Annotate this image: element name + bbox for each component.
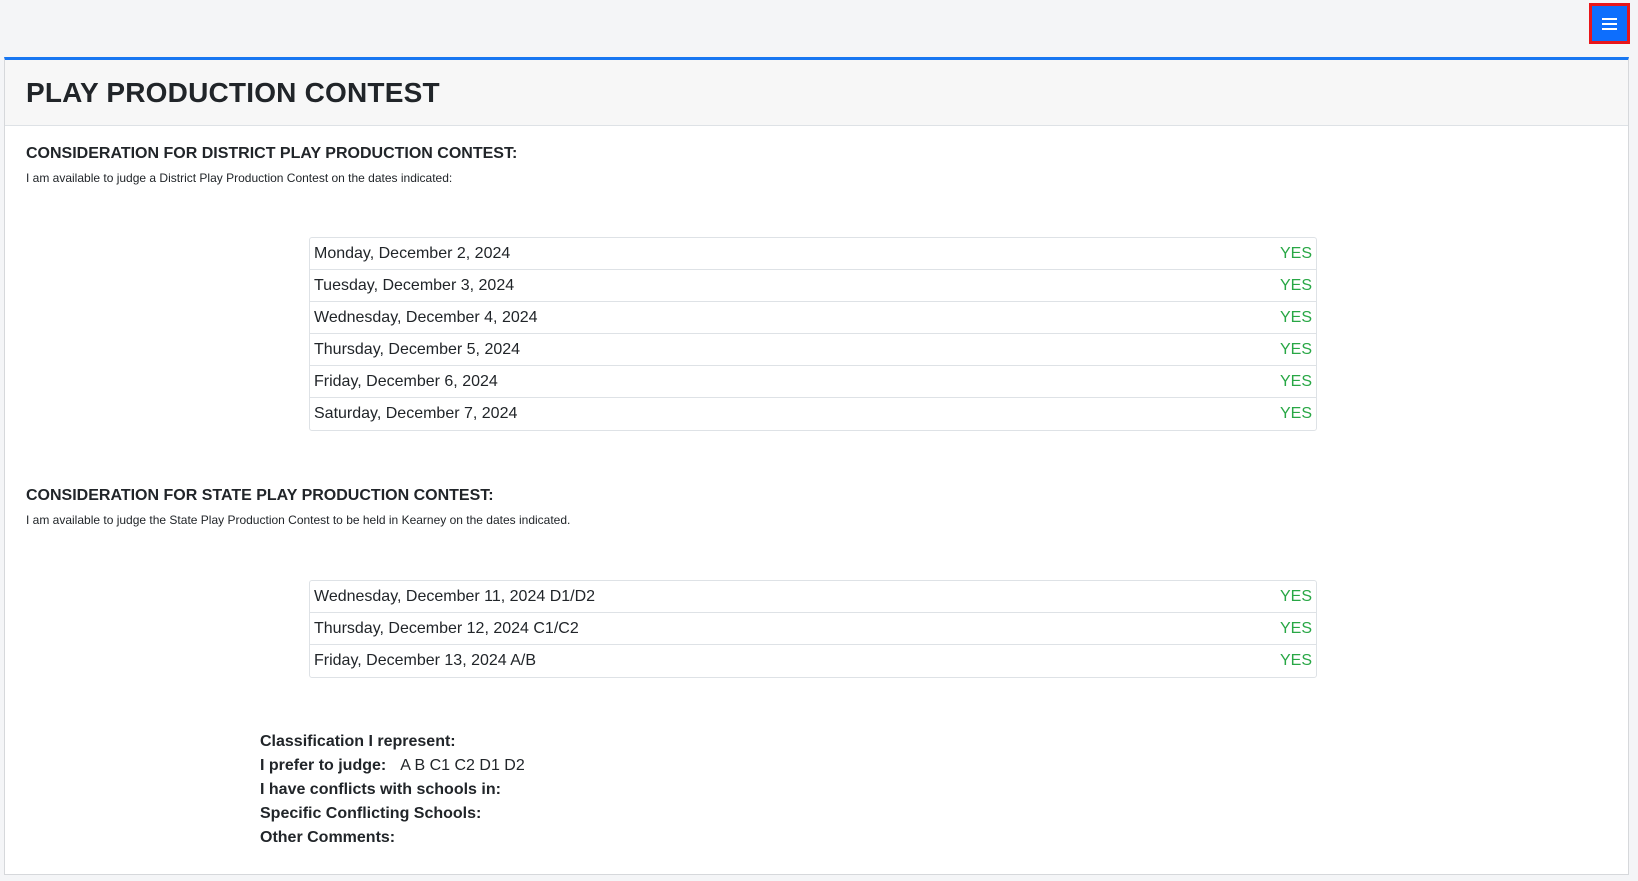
table-row: Friday, December 13, 2024 A/B YES xyxy=(310,645,1316,677)
district-heading: CONSIDERATION FOR DISTRICT PLAY PRODUCTI… xyxy=(26,145,518,162)
table-row: Friday, December 6, 2024 YES xyxy=(310,366,1316,398)
date-label: Tuesday, December 3, 2024 xyxy=(314,276,515,294)
state-dates-table: Wednesday, December 11, 2024 D1/D2 YES T… xyxy=(309,580,1317,678)
date-label: Saturday, December 7, 2024 xyxy=(314,405,518,422)
district-dates-table: Monday, December 2, 2024 YES Tuesday, De… xyxy=(309,237,1317,431)
district-section: CONSIDERATION FOR DISTRICT PLAY PRODUCTI… xyxy=(26,145,517,185)
page-title: PLAY PRODUCTION CONTEST xyxy=(26,76,440,108)
table-row: Saturday, December 7, 2024 YES xyxy=(310,398,1316,430)
state-heading: CONSIDERATION FOR STATE PLAY PRODUCTION … xyxy=(26,487,494,504)
classification-label: Classification I represent: xyxy=(260,733,456,750)
prefer-value: A B C1 C2 D1 D2 xyxy=(400,757,525,774)
availability-answer: YES xyxy=(1279,405,1312,422)
date-label: Thursday, December 12, 2024 C1/C2 xyxy=(314,619,579,637)
availability-answer: YES xyxy=(1279,652,1312,669)
prefer-label: I prefer to judge: xyxy=(260,757,387,774)
table-row: Monday, December 2, 2024 YES xyxy=(310,238,1316,270)
availability-answer: YES xyxy=(1279,340,1312,358)
comments-label: Other Comments: xyxy=(260,829,396,846)
availability-answer: YES xyxy=(1279,587,1312,605)
specific-conflicts-line: Specific Conflicting Schools: xyxy=(260,802,525,826)
hamburger-menu-icon xyxy=(1602,17,1617,30)
district-description: I am available to judge a District Play … xyxy=(26,171,453,185)
table-row: Wednesday, December 11, 2024 D1/D2 YES xyxy=(310,581,1316,613)
preferences-block: Classification I represent: I prefer to … xyxy=(260,730,525,850)
date-label: Monday, December 2, 2024 xyxy=(314,244,511,262)
card-header: PLAY PRODUCTION CONTEST xyxy=(5,60,1628,126)
date-label: Wednesday, December 4, 2024 xyxy=(314,308,538,326)
conflicts-label: I have conflicts with schools in: xyxy=(260,781,501,798)
prefer-line: I prefer to judge: A B C1 C2 D1 D2 xyxy=(260,754,525,778)
state-description: I am available to judge the State Play P… xyxy=(26,513,571,527)
contest-card: PLAY PRODUCTION CONTEST CONSIDERATION FO… xyxy=(4,57,1629,875)
comments-line: Other Comments: xyxy=(260,826,525,850)
table-row: Tuesday, December 3, 2024 YES xyxy=(310,270,1316,302)
availability-answer: YES xyxy=(1279,244,1312,262)
menu-button[interactable] xyxy=(1589,3,1630,44)
availability-answer: YES xyxy=(1279,276,1312,294)
classification-line: Classification I represent: xyxy=(260,730,525,754)
availability-answer: YES xyxy=(1279,372,1312,390)
conflicts-line: I have conflicts with schools in: xyxy=(260,778,525,802)
table-row: Thursday, December 12, 2024 C1/C2 YES xyxy=(310,613,1316,645)
availability-answer: YES xyxy=(1279,308,1312,326)
specific-conflicts-label: Specific Conflicting Schools: xyxy=(260,805,482,822)
date-label: Friday, December 13, 2024 A/B xyxy=(314,652,537,669)
availability-answer: YES xyxy=(1279,619,1312,637)
date-label: Friday, December 6, 2024 xyxy=(314,372,498,390)
date-label: Wednesday, December 11, 2024 D1/D2 xyxy=(314,587,596,605)
top-bar xyxy=(0,0,1638,58)
table-row: Thursday, December 5, 2024 YES xyxy=(310,334,1316,366)
date-label: Thursday, December 5, 2024 xyxy=(314,340,521,358)
state-section: CONSIDERATION FOR STATE PLAY PRODUCTION … xyxy=(26,487,570,527)
table-row: Wednesday, December 4, 2024 YES xyxy=(310,302,1316,334)
